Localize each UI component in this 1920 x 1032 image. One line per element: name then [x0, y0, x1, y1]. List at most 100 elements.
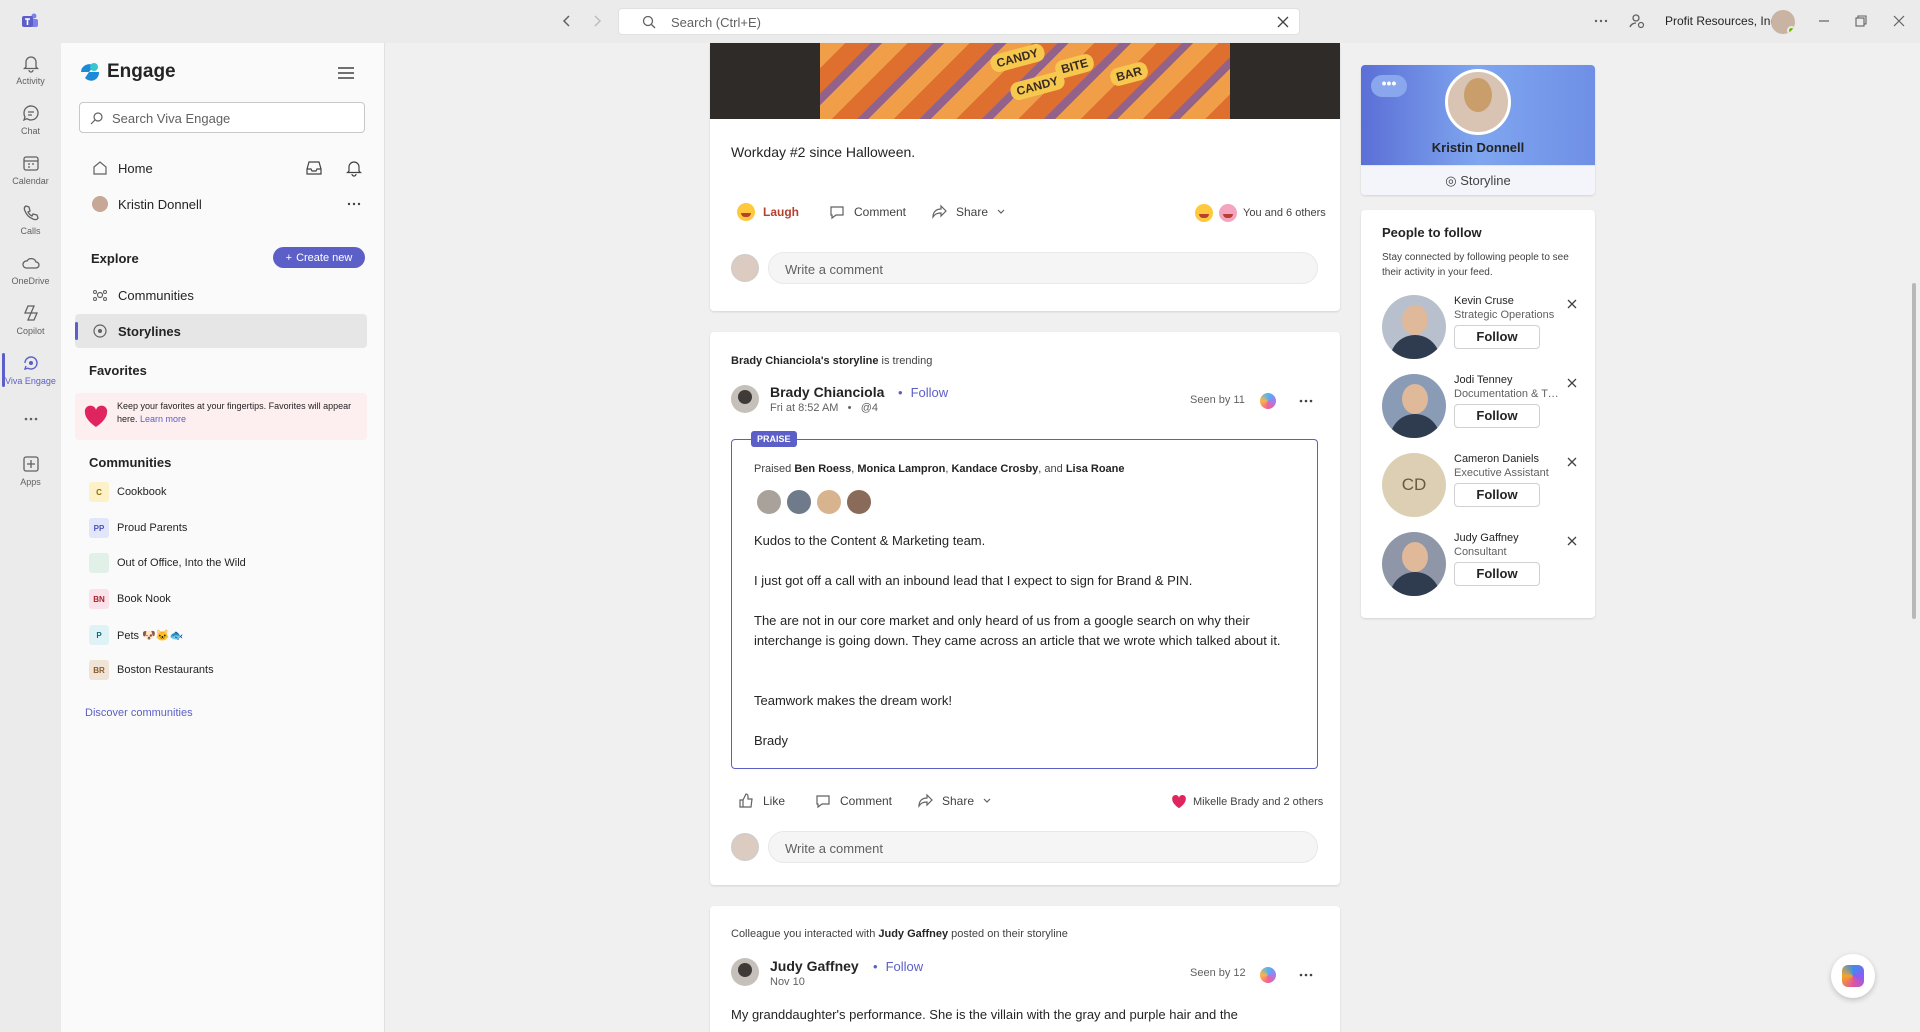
avatar-body: [1390, 572, 1440, 596]
nav-communities[interactable]: Communities: [92, 282, 194, 308]
more-options-icon[interactable]: [345, 195, 363, 213]
praised-name[interactable]: Monica Lampron: [857, 463, 945, 475]
nav-storylines[interactable]: Storylines: [92, 318, 181, 344]
author-avatar[interactable]: [731, 958, 759, 986]
person-name[interactable]: Cameron Daniels: [1454, 453, 1539, 465]
author-name[interactable]: Judy Gaffney: [770, 958, 859, 974]
praised-avatar[interactable]: [846, 489, 872, 515]
hamburger-menu-icon[interactable]: [336, 63, 356, 83]
person-avatar[interactable]: CD: [1382, 453, 1446, 517]
profile-avatar[interactable]: [1445, 69, 1511, 135]
person-name[interactable]: Judy Gaffney: [1454, 532, 1519, 544]
rail-item-onedrive[interactable]: OneDrive: [0, 247, 61, 295]
seen-count[interactable]: Seen by 11: [1190, 394, 1245, 406]
praised-avatar[interactable]: [816, 489, 842, 515]
engage-brand[interactable]: Engage: [79, 61, 176, 83]
dismiss-icon[interactable]: [1566, 456, 1578, 468]
follow-author-link[interactable]: • Follow: [898, 385, 948, 400]
inbox-icon[interactable]: [305, 159, 323, 177]
community-item[interactable]: BR Boston Restaurants: [89, 659, 214, 681]
organization-name[interactable]: Profit Resources, Inc.: [1665, 14, 1780, 28]
community-item[interactable]: PP Proud Parents: [89, 517, 187, 539]
community-item[interactable]: Out of Office, Into the Wild: [89, 552, 246, 574]
global-search-input[interactable]: Search (Ctrl+E): [618, 8, 1300, 35]
rail-item-calls[interactable]: Calls: [0, 197, 61, 245]
clear-search-icon[interactable]: [1275, 14, 1291, 30]
dismiss-icon[interactable]: [1566, 535, 1578, 547]
minimize-icon[interactable]: [1815, 12, 1833, 30]
notifications-bell-icon[interactable]: [345, 159, 363, 177]
like-button[interactable]: Like: [737, 792, 785, 810]
rail-item-chat[interactable]: Chat: [0, 97, 61, 145]
person-name[interactable]: Kevin Cruse: [1454, 295, 1514, 307]
reaction-summary[interactable]: You and 6 others: [1195, 204, 1326, 222]
nav-home[interactable]: Home: [92, 155, 153, 181]
trend-name[interactable]: Brady Chianciola's storyline: [731, 355, 879, 367]
community-item[interactable]: C Cookbook: [89, 481, 167, 503]
rail-item-apps[interactable]: Apps: [0, 448, 61, 496]
praised-avatar[interactable]: [786, 489, 812, 515]
follow-button[interactable]: Follow: [1454, 483, 1540, 507]
forward-icon[interactable]: [588, 12, 606, 30]
follow-button[interactable]: Follow: [1454, 404, 1540, 428]
author-name[interactable]: Brady Chianciola: [770, 384, 884, 400]
reaction-summary[interactable]: Mikelle Brady and 2 others: [1171, 794, 1323, 810]
share-button[interactable]: Share: [916, 792, 992, 810]
learn-more-link[interactable]: Learn more: [140, 414, 186, 424]
community-item[interactable]: P Pets 🐶🐱🐟: [89, 624, 183, 646]
person-name[interactable]: Jodi Tenney: [1454, 374, 1513, 386]
write-comment-input[interactable]: Write a comment: [768, 252, 1318, 284]
praised-name[interactable]: Lisa Roane: [1066, 463, 1125, 475]
teams-logo-icon[interactable]: [20, 11, 40, 31]
copilot-summary-icon[interactable]: [1260, 967, 1276, 983]
post-more-options-icon[interactable]: [1297, 392, 1315, 410]
rail-item-activity[interactable]: Activity: [0, 47, 61, 95]
comment-button[interactable]: Comment: [828, 203, 906, 221]
person-avatar[interactable]: [1382, 532, 1446, 596]
dismiss-icon[interactable]: [1566, 377, 1578, 389]
profile-name[interactable]: Kristin Donnell: [1361, 140, 1595, 155]
rail-label: Calls: [20, 226, 41, 236]
image-shadow-left: [710, 43, 820, 119]
profile-card[interactable]: ••• Kristin Donnell ◎ Storyline: [1361, 65, 1595, 195]
comment-button[interactable]: Comment: [814, 792, 892, 810]
seen-count[interactable]: Seen by 12: [1190, 967, 1246, 979]
close-window-icon[interactable]: [1890, 12, 1908, 30]
person-avatar[interactable]: [1382, 295, 1446, 359]
follow-button[interactable]: Follow: [1454, 325, 1540, 349]
laugh-reaction-button[interactable]: Laugh: [737, 203, 799, 221]
discover-communities-link[interactable]: Discover communities: [85, 707, 193, 719]
rail-item-calendar[interactable]: Calendar: [0, 147, 61, 195]
copilot-button[interactable]: [1831, 954, 1875, 998]
rail-more-button[interactable]: [0, 403, 61, 451]
account-settings-icon[interactable]: [1628, 12, 1646, 30]
restore-icon[interactable]: [1852, 12, 1870, 30]
rail-item-copilot[interactable]: Copilot: [0, 297, 61, 345]
copilot-summary-icon[interactable]: [1260, 393, 1276, 409]
back-icon[interactable]: [558, 12, 576, 30]
feed-scrollbar[interactable]: [1912, 283, 1916, 619]
praised-avatar[interactable]: [756, 489, 782, 515]
create-new-button[interactable]: + Create new: [273, 247, 365, 268]
post-more-options-icon[interactable]: [1297, 966, 1315, 984]
share-button[interactable]: Share: [930, 203, 1006, 221]
more-options-icon[interactable]: [1592, 12, 1610, 30]
write-comment-input[interactable]: Write a comment: [768, 831, 1318, 863]
community-item[interactable]: BN Book Nook: [89, 588, 171, 610]
post-image[interactable]: CANDY BITE BAR CANDY: [710, 43, 1340, 119]
person-avatar[interactable]: [1382, 374, 1446, 438]
engage-search-input[interactable]: Search Viva Engage: [79, 102, 365, 133]
user-avatar[interactable]: [1771, 10, 1795, 34]
dismiss-icon[interactable]: [1566, 298, 1578, 310]
storyline-link[interactable]: ◎ Storyline: [1361, 165, 1595, 195]
praised-name[interactable]: Ben Roess: [794, 463, 851, 475]
praised-name[interactable]: Kandace Crosby: [951, 463, 1038, 475]
follow-author-link[interactable]: • Follow: [873, 959, 923, 974]
follow-button[interactable]: Follow: [1454, 562, 1540, 586]
nav-user-profile[interactable]: Kristin Donnell: [92, 191, 202, 217]
mention-count[interactable]: @4: [861, 402, 878, 414]
author-avatar[interactable]: [731, 385, 759, 413]
notice-name[interactable]: Judy Gaffney: [878, 928, 948, 940]
rail-item-viva-engage[interactable]: Viva Engage: [0, 347, 61, 395]
nav-user-label: Kristin Donnell: [118, 196, 202, 212]
